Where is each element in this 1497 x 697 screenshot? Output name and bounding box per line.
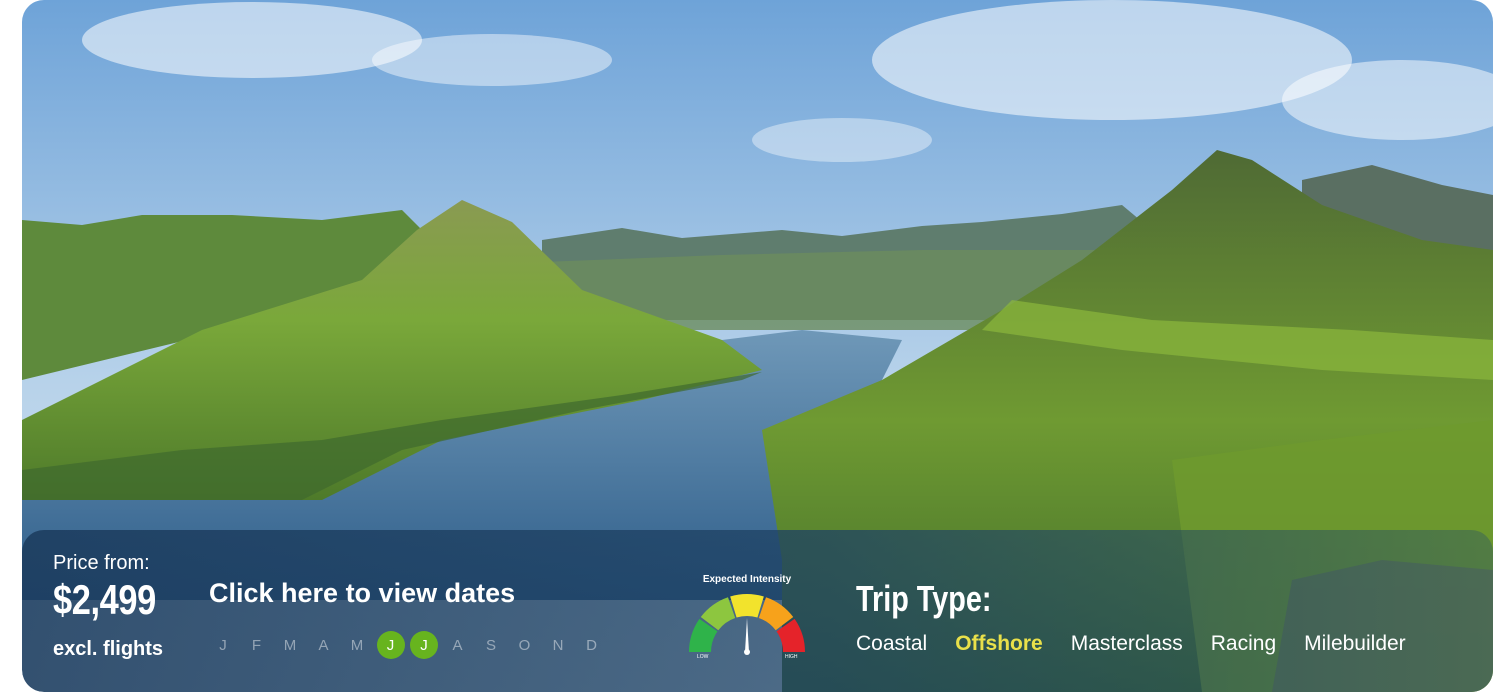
intensity-gauge: Expected Intensity LOW HIGH bbox=[689, 574, 805, 660]
gauge-segment bbox=[730, 594, 764, 618]
month-dec[interactable]: D bbox=[578, 631, 606, 659]
month-mar[interactable]: M bbox=[276, 631, 304, 659]
view-dates-link[interactable]: Click here to view dates bbox=[209, 578, 515, 609]
trip-type-masterclass[interactable]: Masterclass bbox=[1071, 632, 1183, 656]
trip-type-racing[interactable]: Racing bbox=[1211, 632, 1276, 656]
month-feb[interactable]: F bbox=[243, 631, 271, 659]
price-label: Price from: bbox=[53, 552, 150, 574]
trip-type-offshore[interactable]: Offshore bbox=[955, 632, 1043, 656]
month-jun[interactable]: J bbox=[376, 631, 405, 659]
price-note: excl. flights bbox=[53, 638, 164, 660]
intensity-low-label: LOW bbox=[697, 654, 709, 660]
intensity-high-label: HIGH bbox=[785, 654, 798, 660]
gauge-needle-icon bbox=[744, 618, 750, 655]
intensity-title: Expected Intensity bbox=[703, 574, 792, 585]
month-jan[interactable]: J bbox=[209, 631, 237, 659]
trip-type-list: Coastal Offshore Masterclass Racing Mile… bbox=[856, 632, 1434, 656]
trip-type-milebuilder[interactable]: Milebuilder bbox=[1304, 632, 1406, 656]
price-value: $2,499 bbox=[53, 576, 156, 623]
month-selector: J F M A M J J A S O N D bbox=[209, 630, 611, 660]
month-may[interactable]: M bbox=[343, 631, 371, 659]
trip-type-title: Trip Type: bbox=[856, 578, 992, 619]
month-jul[interactable]: J bbox=[410, 631, 438, 659]
month-aug[interactable]: A bbox=[444, 631, 472, 659]
month-nov[interactable]: N bbox=[544, 631, 572, 659]
month-apr[interactable]: A bbox=[310, 631, 338, 659]
trip-type-coastal[interactable]: Coastal bbox=[856, 632, 927, 656]
month-sep[interactable]: S bbox=[477, 631, 505, 659]
month-oct[interactable]: O bbox=[511, 631, 539, 659]
